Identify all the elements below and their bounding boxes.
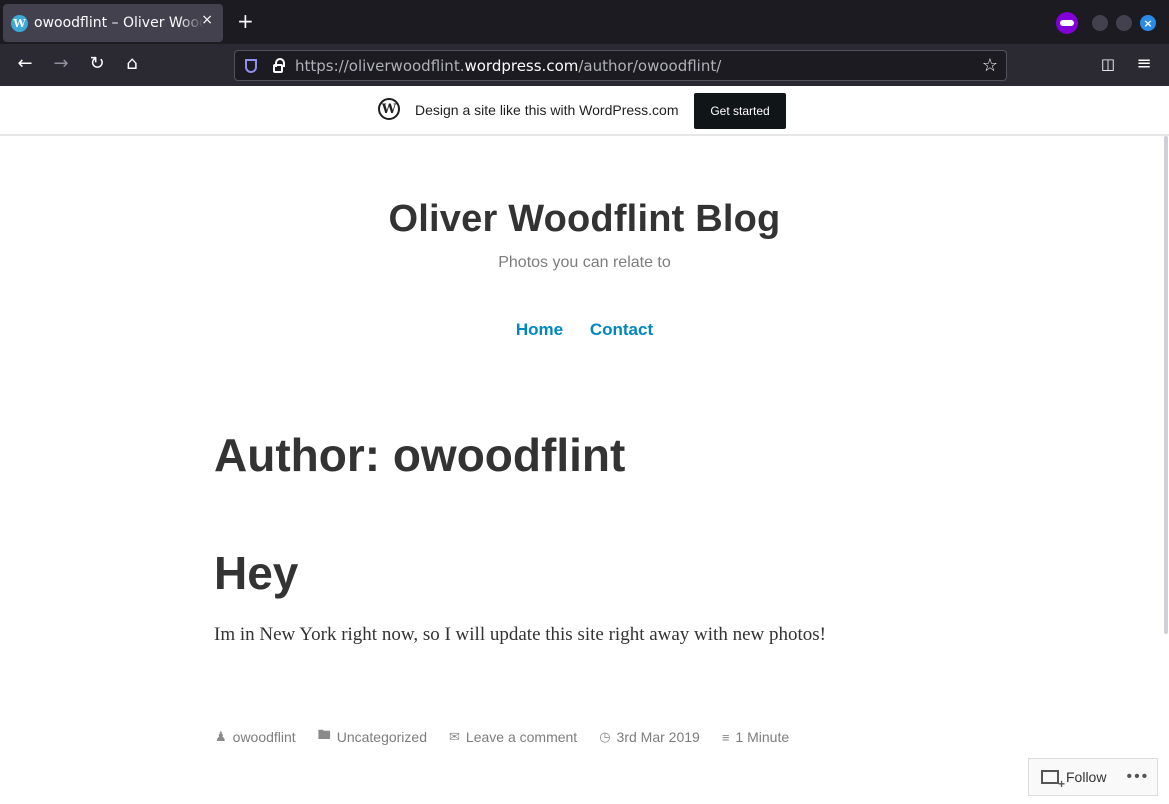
minimize-button[interactable] — [1092, 15, 1108, 31]
reading-time: 1 Minute — [735, 729, 790, 745]
browser-tab[interactable]: W owoodflint – Oliver Woodflint Blog × — [3, 4, 223, 42]
wordpress-favicon-icon: W — [11, 14, 28, 32]
follow-widget: Follow ••• — [1028, 758, 1158, 796]
reading-time-icon: ≡ — [721, 729, 730, 745]
window-close-button[interactable]: × — [1140, 15, 1156, 31]
author-icon: ♟ — [215, 729, 227, 744]
leave-comment-link[interactable]: Leave a comment — [466, 729, 577, 745]
home-icon[interactable]: ⌂ — [121, 54, 143, 74]
banner-text[interactable]: Design a site like this with WordPress.c… — [415, 102, 679, 118]
post-meta: ♟ owoodflint 🖿 Uncategorized ✉ Leave a comm… — [215, 726, 811, 748]
forward-arrow-icon[interactable]: → — [50, 54, 72, 74]
browser-tabbar: W owoodflint – Oliver Woodflint Blog × +… — [0, 0, 1169, 44]
post-title[interactable]: Hey — [214, 546, 298, 600]
tab-title: owoodflint – Oliver Woodflint Blog — [34, 15, 204, 31]
archive-title: Author: owoodflint — [214, 429, 626, 481]
get-started-button[interactable]: Get started — [694, 93, 786, 129]
tracking-shield-icon[interactable] — [245, 58, 257, 73]
menu-item-contact[interactable]: Contact — [590, 320, 653, 339]
back-arrow-icon[interactable]: ← — [14, 54, 36, 74]
maximize-button[interactable] — [1116, 15, 1132, 31]
browser-navbar: ← → ↻ ⌂ https://oliverwoodflint.wordpres… — [0, 44, 1169, 86]
post-category-link[interactable]: Uncategorized — [337, 729, 427, 745]
menu-icon[interactable]: ≡ — [1133, 54, 1155, 74]
main-menu: Home Contact — [0, 320, 1169, 340]
url-text[interactable]: https://oliverwoodflint.wordpress.com/au… — [295, 57, 721, 75]
url-bar[interactable]: https://oliverwoodflint.wordpress.com/au… — [234, 50, 1007, 81]
follow-icon[interactable] — [1041, 770, 1065, 791]
new-tab-button[interactable]: + — [237, 11, 254, 31]
post-content: Im in New York right now, so I will upda… — [214, 624, 826, 645]
post-date-link[interactable]: 3rd Mar 2019 — [617, 729, 700, 745]
clock-icon: ◷ — [599, 729, 611, 744]
folder-icon: 🖿 — [317, 727, 331, 742]
comment-icon: ✉ — [449, 729, 460, 744]
site-title[interactable]: Oliver Woodflint Blog — [0, 198, 1169, 241]
reload-icon[interactable]: ↻ — [86, 54, 108, 74]
lock-icon[interactable] — [273, 58, 285, 73]
wordpress-logo-icon[interactable]: W — [378, 98, 400, 120]
tab-close-icon[interactable]: × — [201, 12, 213, 28]
follow-button[interactable]: Follow — [1066, 769, 1106, 785]
wordpress-banner: W Design a site like this with WordPress… — [0, 86, 1169, 136]
post-author-link[interactable]: owoodflint — [233, 729, 296, 745]
private-browsing-icon — [1056, 12, 1078, 34]
site-tagline: Photos you can relate to — [498, 254, 671, 271]
pocket-icon[interactable]: ◫ — [1097, 54, 1119, 74]
bookmark-star-icon[interactable]: ☆ — [982, 55, 998, 76]
menu-item-home[interactable]: Home — [516, 320, 563, 339]
more-options-icon[interactable]: ••• — [1126, 768, 1149, 786]
